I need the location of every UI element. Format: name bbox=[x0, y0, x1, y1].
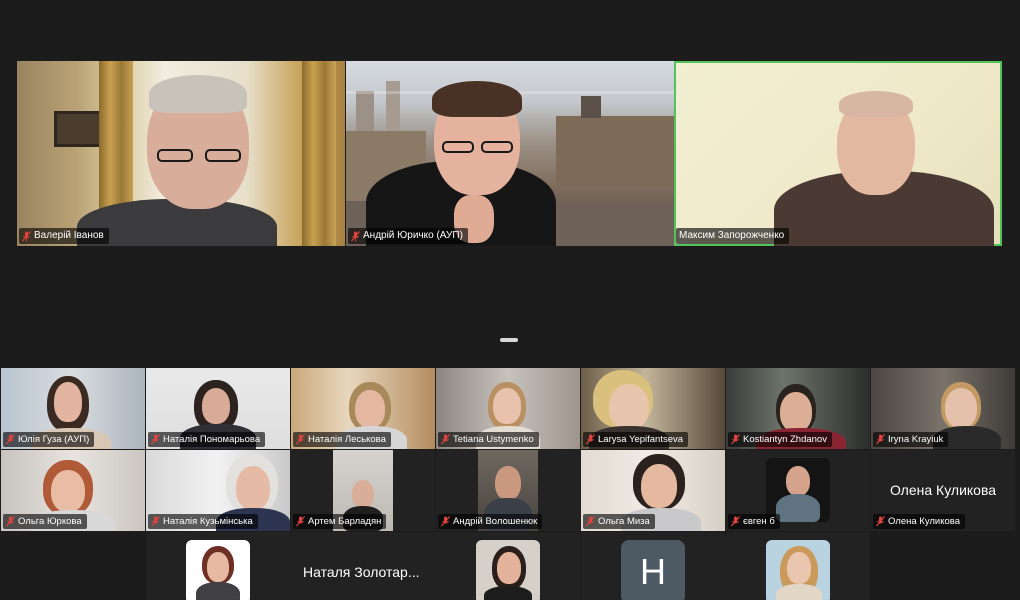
participant-name-tag: Максим Запорожченко bbox=[676, 228, 790, 244]
participant-name-tag: Наталія Леськова bbox=[293, 432, 391, 447]
microphone-muted-icon bbox=[586, 516, 595, 527]
participant-name: Андрій Юричко (АУП) bbox=[363, 230, 463, 241]
participant-tile[interactable]: Tetiana Ustymenko bbox=[436, 368, 580, 449]
microphone-muted-icon bbox=[441, 516, 450, 527]
participant-tile[interactable]: Ольга Миза bbox=[581, 450, 725, 531]
microphone-muted-icon bbox=[296, 516, 305, 527]
microphone-muted-icon bbox=[6, 434, 15, 445]
participant-display-name: Олена Куликова bbox=[889, 482, 997, 498]
participant-name: Наталія Кузьмінська bbox=[163, 516, 253, 527]
participant-name-tag: Larysa Yepifantseva bbox=[583, 432, 689, 447]
participant-tile[interactable] bbox=[146, 532, 290, 600]
participant-tile[interactable]: Kostiantyn Zhdanov bbox=[726, 368, 870, 449]
gallery-grid: Юлія Гуза (АУП) Наталія Пономарьова Ната… bbox=[0, 368, 1020, 600]
avatar bbox=[476, 540, 540, 600]
participant-tile[interactable]: Артем Барладян bbox=[291, 450, 435, 531]
participant-tile[interactable]: Iryna Krayiuk bbox=[871, 368, 1015, 449]
participant-name: Kostiantyn Zhdanov bbox=[743, 434, 827, 445]
participant-tile[interactable]: Наталія Кузьмінська bbox=[146, 450, 290, 531]
participant-tile[interactable]: Наталія Пономарьова bbox=[146, 368, 290, 449]
participant-name: Максим Запорожченко bbox=[679, 230, 785, 241]
participant-tile[interactable]: Larysa Yepifantseva bbox=[581, 368, 725, 449]
speaker-tile-1[interactable]: Валерій Іванов bbox=[17, 61, 345, 246]
microphone-muted-icon bbox=[731, 516, 740, 527]
participant-tile[interactable]: H bbox=[581, 532, 725, 600]
participant-name-tag: Наталія Кузьмінська bbox=[148, 514, 258, 529]
participant-name: Наталія Пономарьова bbox=[163, 434, 261, 445]
participant-name-tag: Олена Куликова bbox=[873, 514, 965, 529]
speaker-row: Валерій Іванов Андрій Юричко (АУП) Макси… bbox=[17, 61, 1003, 246]
participant-name-tag: Валерій Іванов bbox=[19, 228, 109, 244]
microphone-muted-icon bbox=[151, 434, 160, 445]
participant-name: Валерій Іванов bbox=[34, 230, 104, 241]
curtain bbox=[302, 61, 336, 246]
participant-name: Larysa Yepifantseva bbox=[598, 434, 684, 445]
participant-name: Андрій Волошенюк bbox=[453, 516, 538, 527]
participant-name: євген б bbox=[743, 516, 775, 527]
participant-name: Ольга Миза bbox=[598, 516, 650, 527]
participant-name: Iryna Krayiuk bbox=[888, 434, 944, 445]
microphone-muted-icon bbox=[876, 516, 885, 527]
participant-name-tag: Tetiana Ustymenko bbox=[438, 432, 539, 447]
microphone-muted-icon bbox=[151, 516, 160, 527]
participant-name-tag: євген б bbox=[728, 514, 780, 529]
participant-name-tag: Наталія Пономарьова bbox=[148, 432, 266, 447]
participant-tile[interactable] bbox=[436, 532, 580, 600]
microphone-muted-icon bbox=[22, 230, 31, 242]
participant-tile[interactable]: Юлія Гуза (АУП) bbox=[1, 368, 145, 449]
avatar bbox=[186, 540, 250, 600]
participant-name-tag: Ольга Миза bbox=[583, 514, 655, 529]
microphone-muted-icon bbox=[351, 230, 360, 242]
participant-tile[interactable]: Ольга Юркова bbox=[1, 450, 145, 531]
microphone-muted-icon bbox=[731, 434, 740, 445]
panel-resize-handle-icon[interactable] bbox=[500, 338, 518, 342]
microphone-muted-icon bbox=[586, 434, 595, 445]
participant-tile[interactable]: євген б bbox=[726, 450, 870, 531]
speaker-tile-2[interactable]: Андрій Юричко (АУП) bbox=[346, 61, 674, 246]
participant-tile[interactable] bbox=[726, 532, 870, 600]
participant-name: Олена Куликова bbox=[888, 516, 960, 527]
avatar bbox=[766, 458, 830, 522]
participant-name-tag: Андрій Волошенюк bbox=[438, 514, 543, 529]
microphone-muted-icon bbox=[876, 434, 885, 445]
participant-name-tag: Iryna Krayiuk bbox=[873, 432, 949, 447]
participant-tile[interactable]: Наталія Леськова bbox=[291, 368, 435, 449]
participant-name: Наталія Леськова bbox=[308, 434, 386, 445]
participant-name-tag: Kostiantyn Zhdanov bbox=[728, 432, 832, 447]
participant-name: Ольга Юркова bbox=[18, 516, 82, 527]
participant-tile[interactable]: Андрій Волошенюк bbox=[436, 450, 580, 531]
speaker-tile-3-active[interactable]: Максим Запорожченко bbox=[674, 61, 1002, 246]
microphone-muted-icon bbox=[6, 516, 15, 527]
participant-name: Артем Барладян bbox=[308, 516, 382, 527]
microphone-muted-icon bbox=[296, 434, 305, 445]
participant-name: Tetiana Ustymenko bbox=[453, 434, 534, 445]
participant-tile[interactable]: Олена Куликова Олена Куликова bbox=[871, 450, 1015, 531]
video-meeting-window: Валерій Іванов Андрій Юричко (АУП) Макси… bbox=[0, 0, 1020, 600]
participant-name-tag: Артем Барладян bbox=[293, 514, 387, 529]
participant-name-tag: Юлія Гуза (АУП) bbox=[3, 432, 95, 447]
participant-name-tag: Ольга Юркова bbox=[3, 514, 87, 529]
avatar: H bbox=[621, 540, 685, 600]
microphone-muted-icon bbox=[441, 434, 450, 445]
avatar bbox=[766, 540, 830, 600]
wall-picture bbox=[54, 111, 102, 147]
participant-name: Юлія Гуза (АУП) bbox=[18, 434, 90, 445]
participant-name-tag: Андрій Юричко (АУП) bbox=[348, 228, 468, 244]
